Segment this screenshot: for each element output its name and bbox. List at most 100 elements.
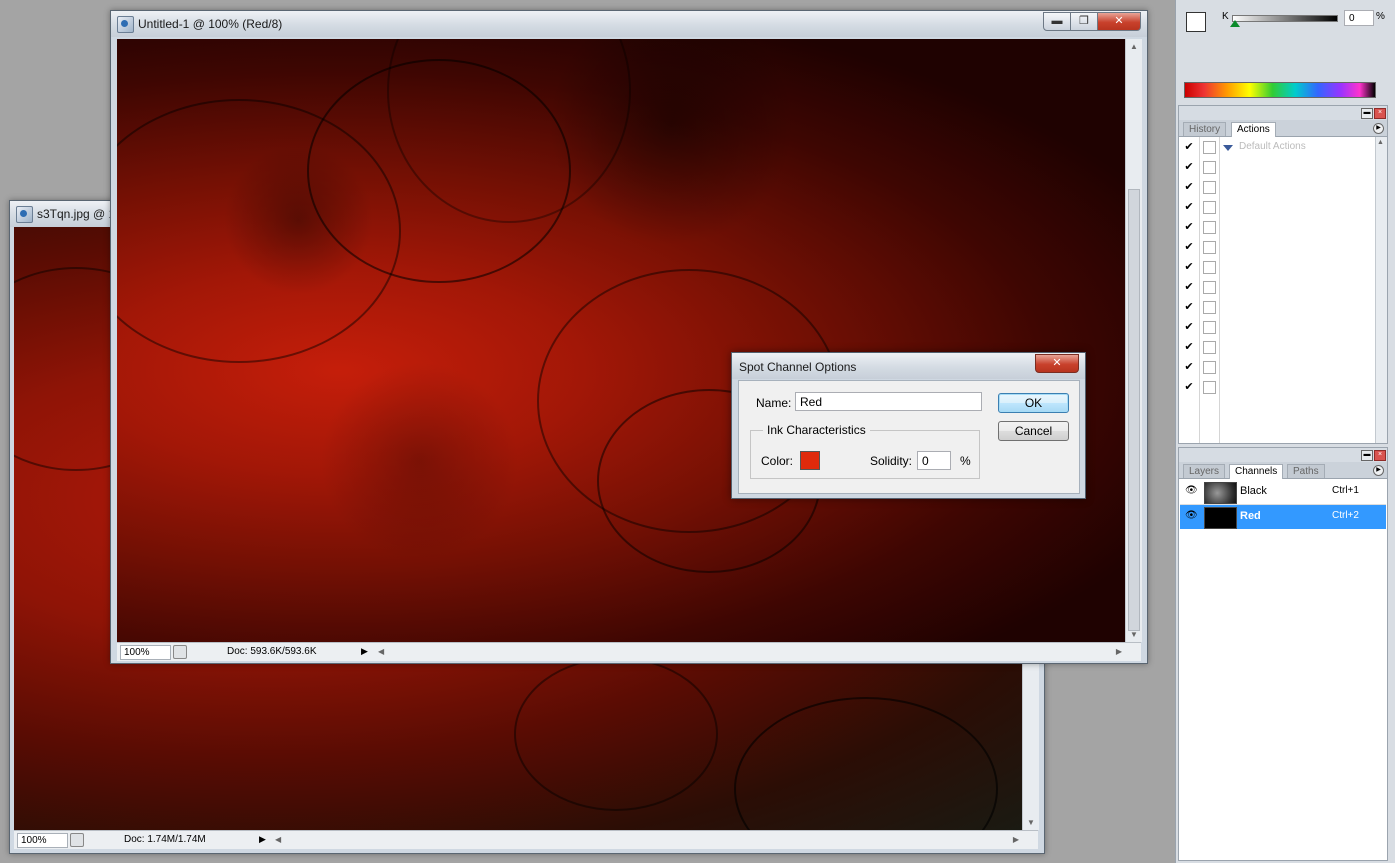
status-info-icon[interactable] (70, 833, 84, 847)
tab-channels[interactable]: Channels (1229, 464, 1284, 479)
front-window-titlebar[interactable]: Untitled-1 @ 100% (Red/8) ▬ ❐ ✕ (111, 11, 1147, 37)
front-zoom-field[interactable]: 100% (120, 645, 171, 660)
k-value-input[interactable]: 0 (1344, 10, 1374, 26)
channel-name-input[interactable]: Red (795, 392, 982, 411)
tab-history[interactable]: History (1183, 122, 1227, 136)
back-canvas-texture (514, 657, 718, 811)
front-document-window[interactable]: Untitled-1 @ 100% (Red/8) ▬ ❐ ✕ ▲ ▼ 100%… (110, 10, 1148, 664)
close-window-button[interactable]: ✕ (1098, 12, 1141, 31)
actions-panel-tabs: History Actions ▶ (1179, 120, 1387, 137)
scroll-right-arrow-icon[interactable]: ▶ (1013, 836, 1019, 844)
solidity-input[interactable]: 0 (917, 451, 951, 470)
action-enabled-check-icon[interactable]: ✔ (1183, 281, 1195, 293)
actions-panel-header[interactable]: ▬ × (1179, 106, 1387, 120)
channels-panel-tabs: Layers Channels Paths ▶ (1179, 462, 1387, 479)
visibility-eye-icon[interactable]: 👁 (1185, 511, 1198, 521)
panel-minimize-button[interactable]: ▬ (1361, 108, 1373, 119)
scroll-left-arrow-icon[interactable]: ◀ (378, 648, 384, 656)
k-percent-label: % (1376, 11, 1385, 22)
channels-panel: ▬ × Layers Channels Paths ▶ 👁 Black Ctrl… (1178, 447, 1388, 861)
back-window-statusbar: 100% Doc: 1.74M/1.74M ▶ ◀ ▶ (14, 830, 1038, 849)
actions-scrollbar[interactable]: ▲ (1375, 137, 1387, 443)
spot-channel-options-dialog[interactable]: Spot Channel Options ✕ Name: Red OK Canc… (731, 352, 1086, 499)
cancel-button[interactable]: Cancel (998, 421, 1069, 441)
action-enabled-check-icon[interactable]: ✔ (1183, 201, 1195, 213)
channel-thumbnail-red (1204, 507, 1237, 529)
action-enabled-check-icon[interactable]: ✔ (1183, 181, 1195, 193)
action-dialog-toggle[interactable] (1203, 201, 1216, 214)
action-enabled-check-icon[interactable]: ✔ (1183, 241, 1195, 253)
ink-color-swatch[interactable] (800, 451, 820, 470)
tab-actions[interactable]: Actions (1231, 122, 1276, 137)
action-dialog-toggle[interactable] (1203, 161, 1216, 174)
action-enabled-check-icon[interactable]: ✔ (1183, 161, 1195, 173)
vertical-scroll-thumb[interactable] (1128, 189, 1140, 631)
back-zoom-field[interactable]: 100% (17, 833, 68, 848)
minimize-button[interactable]: ▬ (1043, 12, 1071, 31)
color-ramp[interactable] (1184, 82, 1376, 98)
action-enabled-check-icon[interactable]: ✔ (1183, 321, 1195, 333)
scroll-down-arrow-icon[interactable]: ▼ (1130, 631, 1138, 639)
action-dialog-toggle[interactable] (1203, 241, 1216, 254)
foreground-color-swatch[interactable] (1186, 12, 1206, 32)
action-enabled-check-icon[interactable]: ✔ (1183, 301, 1195, 313)
panel-menu-icon[interactable]: ▶ (1373, 123, 1384, 134)
action-dialog-toggle[interactable] (1203, 261, 1216, 274)
panel-close-button[interactable]: × (1374, 108, 1386, 119)
dialog-close-button[interactable]: ✕ (1035, 354, 1079, 373)
front-horizontal-scrollbar[interactable]: ◀ ▶ (375, 644, 1125, 659)
channel-thumbnail-black (1204, 482, 1237, 504)
scroll-up-arrow-icon[interactable]: ▲ (1377, 139, 1384, 147)
ok-button[interactable]: OK (998, 393, 1069, 413)
action-enabled-check-icon[interactable]: ✔ (1183, 381, 1195, 393)
photoshop-document-icon (117, 16, 134, 33)
action-enabled-check-icon[interactable]: ✔ (1183, 221, 1195, 233)
channel-row-red[interactable]: 👁 Red Ctrl+2 (1180, 505, 1386, 529)
scroll-right-arrow-icon[interactable]: ▶ (1116, 648, 1122, 656)
expand-triangle-icon[interactable] (1223, 145, 1233, 151)
scroll-down-arrow-icon[interactable]: ▼ (1027, 819, 1035, 827)
action-enabled-check-icon[interactable]: ✔ (1183, 361, 1195, 373)
status-menu-arrow-icon[interactable]: ▶ (361, 645, 371, 658)
action-enabled-check-icon[interactable]: ✔ (1183, 261, 1195, 273)
action-dialog-toggle[interactable] (1203, 181, 1216, 194)
scroll-left-arrow-icon[interactable]: ◀ (275, 836, 281, 844)
action-enabled-check-icon[interactable]: ✔ (1183, 141, 1195, 153)
back-horizontal-scrollbar[interactable]: ◀ ▶ (272, 832, 1022, 847)
channels-panel-header[interactable]: ▬ × (1179, 448, 1387, 462)
actions-panel: ▬ × History Actions ▶ ✔ Default Actions … (1178, 105, 1388, 444)
ink-characteristics-label: Ink Characteristics (763, 423, 870, 437)
color-panel: K 0 % (1178, 0, 1386, 100)
action-dialog-toggle[interactable] (1203, 361, 1216, 374)
action-set-name[interactable]: Default Actions (1239, 141, 1306, 152)
status-info-icon[interactable] (173, 645, 187, 659)
name-label: Name: (756, 396, 792, 410)
front-window-canvas[interactable] (117, 39, 1125, 642)
action-dialog-toggle[interactable] (1203, 301, 1216, 314)
front-window-title: Untitled-1 @ 100% (Red/8) (138, 17, 283, 31)
k-slider-track[interactable] (1232, 15, 1338, 22)
panel-minimize-button[interactable]: ▬ (1361, 450, 1373, 461)
back-window-title: s3Tqn.jpg @ 1 (37, 207, 116, 221)
panel-dock: K 0 % ▬ × History Actions ▶ ✔ Default Ac… (1175, 0, 1395, 863)
tab-layers[interactable]: Layers (1183, 464, 1226, 478)
action-dialog-toggle[interactable] (1203, 141, 1216, 154)
action-dialog-toggle[interactable] (1203, 321, 1216, 334)
action-dialog-toggle[interactable] (1203, 341, 1216, 354)
tab-paths[interactable]: Paths (1287, 464, 1325, 478)
visibility-eye-icon[interactable]: 👁 (1185, 486, 1198, 496)
action-dialog-toggle[interactable] (1203, 221, 1216, 234)
channel-row-black[interactable]: 👁 Black Ctrl+1 (1180, 480, 1386, 505)
actions-list[interactable]: ✔ Default Actions ✔ ✔ ✔ ✔ ✔ ✔ ✔ ✔ ✔ ✔ ✔ (1179, 137, 1387, 443)
maximize-button[interactable]: ❐ (1071, 12, 1098, 31)
scroll-up-arrow-icon[interactable]: ▲ (1130, 43, 1138, 51)
slider-handle-icon[interactable] (1230, 20, 1240, 27)
action-dialog-toggle[interactable] (1203, 381, 1216, 394)
dialog-titlebar[interactable]: Spot Channel Options ✕ (732, 353, 1085, 379)
status-menu-arrow-icon[interactable]: ▶ (259, 833, 269, 846)
front-vertical-scrollbar[interactable]: ▲ ▼ (1125, 39, 1142, 642)
action-dialog-toggle[interactable] (1203, 281, 1216, 294)
action-enabled-check-icon[interactable]: ✔ (1183, 341, 1195, 353)
panel-menu-icon[interactable]: ▶ (1373, 465, 1384, 476)
panel-close-button[interactable]: × (1374, 450, 1386, 461)
